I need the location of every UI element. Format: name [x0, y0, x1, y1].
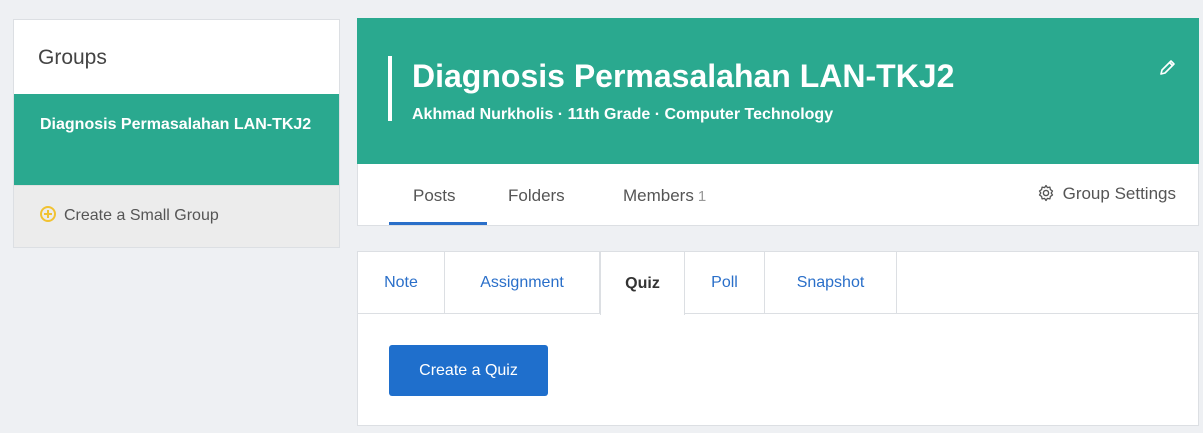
post-composer: Note Assignment Quiz Poll Snapshot Creat… — [357, 251, 1199, 426]
group-item-active[interactable]: Diagnosis Permasalahan LAN-TKJ2 — [14, 94, 339, 185]
active-tab-indicator — [389, 222, 487, 225]
groups-panel: Groups Diagnosis Permasalahan LAN-TKJ2 C… — [13, 19, 340, 248]
group-settings-button[interactable]: Group Settings — [1037, 184, 1176, 204]
group-title: Diagnosis Permasalahan LAN-TKJ2 — [412, 58, 955, 94]
tab-members-label: Members — [623, 186, 694, 205]
group-settings-label: Group Settings — [1062, 184, 1176, 203]
tab-members[interactable]: Members 1 — [623, 186, 706, 206]
groups-heading: Groups — [38, 46, 107, 69]
tab-posts[interactable]: Posts — [413, 186, 456, 206]
group-header: Diagnosis Permasalahan LAN-TKJ2 Akhmad N… — [357, 18, 1199, 164]
create-small-group-button[interactable]: Create a Small Group — [14, 185, 339, 247]
create-quiz-button[interactable]: Create a Quiz — [389, 345, 548, 396]
composer-tabs: Note Assignment Quiz Poll Snapshot — [358, 252, 1198, 315]
group-nav: Posts Folders Members 1 Group Settings — [357, 164, 1199, 226]
group-subtitle: Akhmad Nurkholis · 11th Grade · Computer… — [412, 106, 834, 123]
composer-tab-snapshot[interactable]: Snapshot — [765, 252, 897, 314]
composer-tab-assignment[interactable]: Assignment — [445, 252, 600, 314]
title-accent-bar — [388, 56, 392, 121]
plus-circle-icon — [40, 206, 56, 222]
create-small-group-label: Create a Small Group — [64, 207, 219, 224]
members-count-badge: 1 — [697, 188, 707, 205]
gear-icon — [1038, 184, 1053, 202]
tab-folders[interactable]: Folders — [508, 186, 565, 206]
composer-tab-note[interactable]: Note — [358, 252, 445, 314]
composer-tab-poll[interactable]: Poll — [685, 252, 765, 314]
pencil-icon[interactable] — [1159, 58, 1177, 76]
composer-tab-quiz[interactable]: Quiz — [600, 252, 685, 315]
